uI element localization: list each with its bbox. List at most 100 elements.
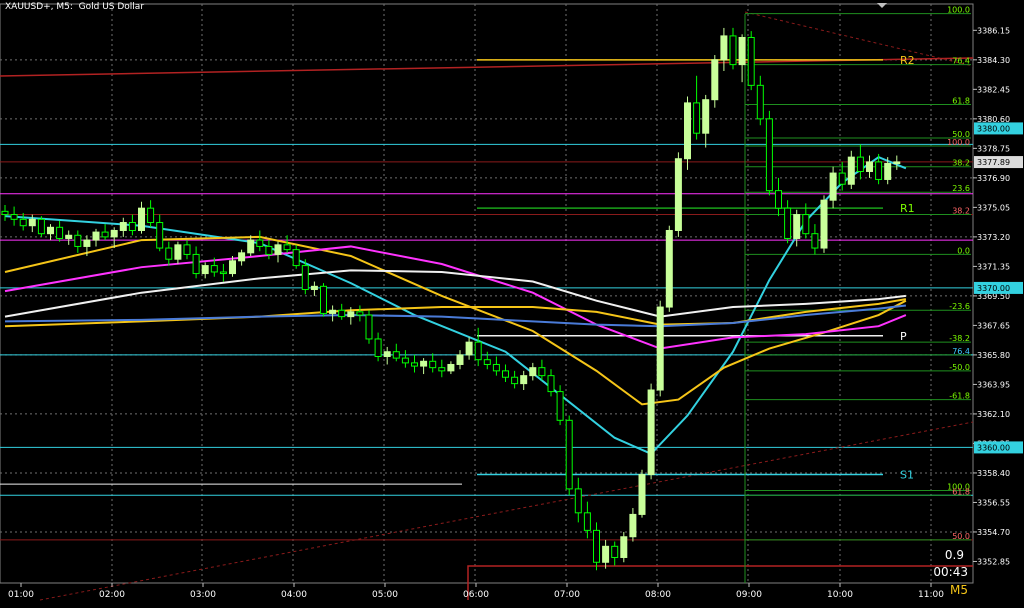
candle-body: [420, 360, 428, 367]
candle-body: [784, 207, 792, 239]
candle-body: [529, 367, 537, 377]
candle-body: [738, 36, 746, 66]
candle-body: [511, 376, 519, 385]
candle-body: [392, 351, 400, 359]
candle-body: [256, 239, 264, 247]
candle-body: [765, 118, 773, 192]
x-tick-label: 10:00: [827, 590, 853, 600]
fib-level-label: 100.0: [947, 138, 970, 147]
candle-body: [820, 199, 828, 249]
candle-body: [565, 419, 573, 490]
candle-body: [310, 285, 318, 291]
y-tick-label: 3375.05: [977, 203, 1010, 212]
x-tick-label: 02:00: [99, 590, 125, 600]
x-tick-label: 03:00: [190, 590, 216, 600]
y-tick-label: 3371.35: [977, 262, 1010, 271]
resistance-trendline: [0, 57, 974, 77]
candle-body: [556, 391, 564, 421]
candle-body: [802, 214, 810, 235]
moving-average-line: [4, 298, 907, 328]
candle-body: [338, 309, 346, 318]
candle-body: [775, 190, 782, 209]
candle-body: [829, 172, 837, 201]
candle-body: [92, 231, 100, 241]
price-tag-label: 3380.00: [977, 124, 1010, 133]
candle-body: [629, 513, 637, 538]
moving-average-line: [4, 304, 907, 328]
y-tick-label: 3384.30: [977, 56, 1010, 65]
price-chart[interactable]: R2R1PS1100.076.461.850.0100.038.223.638.…: [0, 0, 1024, 604]
y-tick-label: 3367.65: [977, 321, 1010, 330]
chart-title: XAUUSD+, M5: Gold US Dollar: [5, 2, 145, 12]
candle-body: [56, 226, 64, 239]
candle-body: [729, 35, 737, 66]
x-tick-label: 01:00: [8, 590, 34, 600]
fib-level-label: -23.6: [949, 302, 970, 311]
fib-level-label: 38.2: [952, 159, 970, 168]
candle-body: [201, 265, 209, 275]
candle-body: [147, 207, 155, 224]
support-trendline: [39, 421, 974, 601]
fib-level-label: 61.8: [952, 487, 970, 496]
fib-level-label: 76.4: [952, 347, 970, 356]
price-tag-label: 3360.00: [977, 443, 1010, 452]
candle-body: [492, 363, 500, 372]
pivot-label-s1: S1: [900, 469, 914, 482]
candle-body: [1, 210, 9, 216]
x-tick-label: 07:00: [554, 590, 580, 600]
fib-level-label: 61.8: [952, 96, 970, 105]
y-tick-label: 3365.80: [977, 351, 1010, 360]
candle-body: [875, 161, 883, 180]
candle-body: [429, 360, 437, 369]
pivot-label-p: P: [900, 330, 907, 343]
candle-body: [165, 247, 173, 260]
candle-body: [301, 265, 309, 291]
x-tick-label: 11:00: [918, 590, 944, 600]
candle-body: [10, 214, 18, 220]
candle-body: [374, 338, 382, 358]
moving-average-line: [4, 245, 907, 350]
fib-level-label: 38.2: [952, 207, 970, 216]
candle-body: [365, 314, 373, 340]
fib-level-label: 100.0: [947, 6, 970, 15]
candle-body: [192, 253, 200, 275]
fib-level-label: 50.0: [952, 532, 970, 541]
y-tick-label: 3376.90: [977, 174, 1010, 183]
y-tick-label: 3363.95: [977, 380, 1010, 389]
candle-body: [19, 218, 27, 227]
spread-readout: 0.9: [944, 548, 964, 562]
candle-body: [583, 512, 591, 531]
candle-body: [229, 260, 236, 275]
candle-body: [119, 222, 127, 231]
candle-body: [538, 367, 546, 377]
candle-body: [893, 161, 901, 165]
candle-body: [711, 59, 719, 101]
candle-body: [847, 156, 855, 185]
candle-body: [438, 367, 446, 372]
candle-body: [83, 239, 91, 247]
fib-level-label: -50.0: [949, 363, 970, 372]
x-tick-label: 09:00: [736, 590, 762, 600]
fib-level-label: -38.2: [949, 334, 970, 343]
candle-body: [292, 249, 300, 267]
candle-body: [128, 222, 136, 231]
y-tick-label: 3356.55: [977, 498, 1010, 507]
scroll-marker-icon: [877, 3, 887, 8]
candle-body: [320, 285, 327, 314]
candle-body: [174, 244, 182, 260]
candle-body: [638, 474, 646, 515]
y-tick-label: 3354.70: [977, 528, 1010, 537]
chart-window: R2 R1 P S1 100.0 76.4 61.8 50.0 100.0 38.2 23.6 38.…: [0, 0, 1024, 604]
fib-level-label: 0.0: [957, 246, 970, 255]
candle-body: [884, 163, 892, 180]
price-tag-label: 3377.89: [977, 158, 1010, 167]
plot-frame: [0, 3, 974, 584]
candle-body: [483, 359, 491, 365]
candle-body: [693, 102, 701, 134]
x-tick-label: 05:00: [372, 590, 398, 600]
candle-body: [238, 252, 246, 262]
candle-body: [520, 375, 528, 385]
y-tick-label: 3352.85: [977, 557, 1010, 566]
fib-level-label: 76.4: [952, 57, 970, 66]
candle-body: [647, 389, 655, 476]
